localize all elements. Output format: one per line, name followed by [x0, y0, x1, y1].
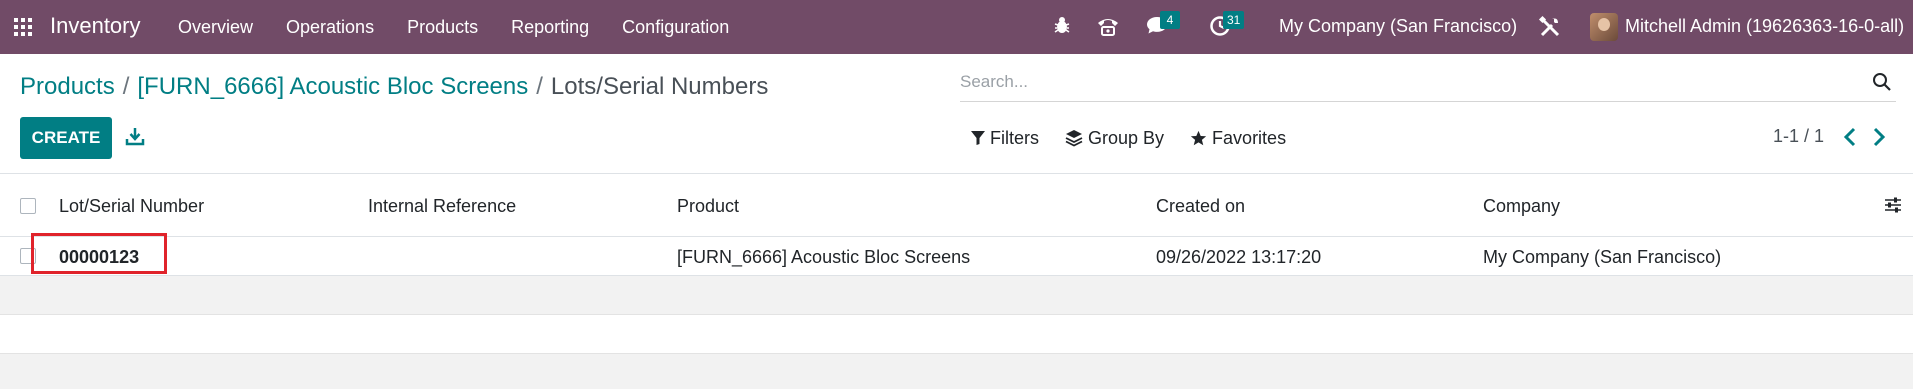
column-header-product[interactable]: Product: [677, 196, 739, 217]
menu-item-configuration[interactable]: Configuration: [622, 17, 729, 38]
table-row[interactable]: 00000123 [FURN_6666] Acoustic Bloc Scree…: [0, 237, 1913, 276]
pager-value[interactable]: 1-1 / 1: [1773, 126, 1824, 147]
favorites-label: Favorites: [1212, 127, 1287, 148]
filters-button[interactable]: Filters: [971, 128, 1039, 149]
breadcrumb-product[interactable]: [FURN_6666] Acoustic Bloc Screens: [137, 73, 528, 100]
column-header-company[interactable]: Company: [1483, 196, 1560, 217]
apps-menu-icon[interactable]: [14, 18, 32, 36]
filters-label: Filters: [990, 127, 1039, 148]
messages-icon[interactable]: 4: [1146, 11, 1180, 39]
annotation-highlight-box: [31, 233, 167, 274]
column-header-created-on[interactable]: Created on: [1156, 196, 1245, 217]
search-input[interactable]: [960, 72, 1860, 92]
user-menu[interactable]: Mitchell Admin (19626363-16-0-all): [1625, 16, 1904, 37]
breadcrumb-separator: /: [536, 73, 543, 100]
user-avatar[interactable]: [1590, 13, 1618, 41]
star-icon: [1190, 130, 1207, 145]
menu-item-products[interactable]: Products: [407, 17, 478, 38]
table-header: Lot/Serial Number Internal Reference Pro…: [0, 174, 1913, 237]
empty-row: [0, 276, 1913, 315]
favorites-button[interactable]: Favorites: [1190, 128, 1286, 149]
filter-icon: [971, 131, 985, 145]
breadcrumb: Products / [FURN_6666] Acoustic Bloc Scree…: [20, 73, 768, 101]
menu-item-overview[interactable]: Overview: [178, 17, 253, 38]
company-switcher[interactable]: My Company (San Francisco): [1279, 16, 1517, 37]
menu-item-reporting[interactable]: Reporting: [511, 17, 589, 38]
activities-clock-icon[interactable]: 31: [1209, 11, 1245, 39]
menu-item-operations[interactable]: Operations: [286, 17, 374, 38]
column-header-internal-ref[interactable]: Internal Reference: [368, 196, 516, 217]
main-menu: Overview Operations Products Reporting C…: [178, 0, 762, 54]
cell-product[interactable]: [FURN_6666] Acoustic Bloc Screens: [677, 247, 970, 268]
create-button[interactable]: CREATE: [20, 117, 112, 159]
debug-bug-icon[interactable]: [1052, 15, 1076, 39]
tools-icon[interactable]: [1538, 15, 1562, 39]
column-header-lot[interactable]: Lot/Serial Number: [59, 196, 204, 217]
download-icon[interactable]: [124, 125, 146, 147]
search-icon[interactable]: [1872, 72, 1892, 92]
select-all-checkbox[interactable]: [20, 198, 36, 214]
activities-badge: 31: [1223, 11, 1245, 29]
layers-icon: [1065, 130, 1083, 147]
cell-created-on[interactable]: 09/26/2022 13:17:20: [1156, 247, 1321, 268]
search-options: Filters Group By Favorites: [971, 126, 1312, 150]
breadcrumb-products[interactable]: Products: [20, 73, 115, 100]
groupby-label: Group By: [1088, 127, 1165, 148]
groupby-button[interactable]: Group By: [1065, 128, 1164, 149]
chevron-right-icon[interactable]: [1870, 126, 1888, 148]
empty-row: [0, 315, 1913, 354]
cell-company[interactable]: My Company (San Francisco): [1483, 247, 1721, 268]
empty-row: [0, 354, 1913, 389]
page-title: Lots/Serial Numbers: [550, 73, 769, 100]
app-name[interactable]: Inventory: [50, 13, 141, 39]
phone-icon[interactable]: [1096, 15, 1120, 39]
search-bar: [960, 66, 1896, 102]
chevron-left-icon[interactable]: [1841, 126, 1859, 148]
top-navbar: Inventory Overview Operations Products R…: [0, 0, 1913, 54]
messages-badge: 4: [1160, 11, 1180, 29]
breadcrumb-separator: /: [122, 73, 130, 100]
optional-columns-sliders-icon[interactable]: [1884, 196, 1902, 214]
